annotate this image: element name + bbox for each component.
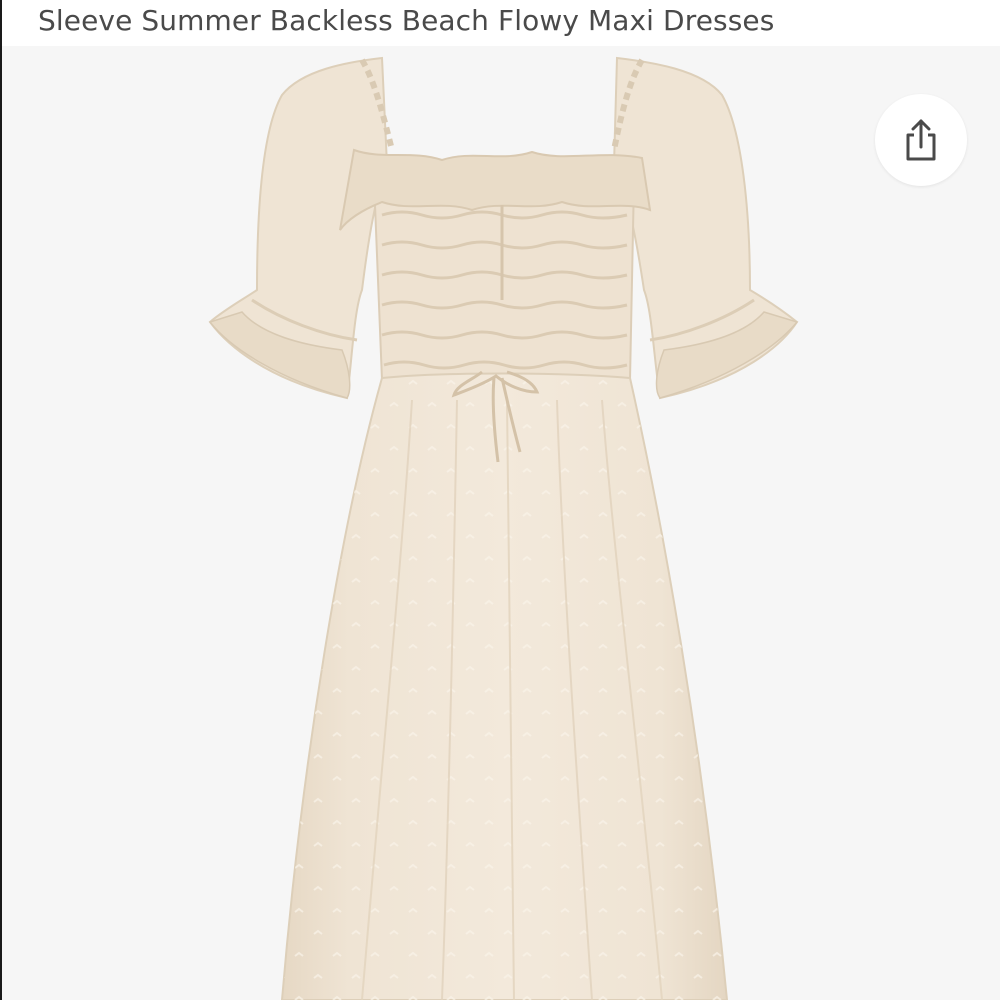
title-bar: Sleeve Summer Backless Beach Flowy Maxi …	[0, 0, 1000, 46]
product-image-area[interactable]	[0, 46, 1000, 1000]
share-icon	[906, 119, 936, 161]
dress-image	[208, 56, 799, 1000]
share-button[interactable]	[875, 94, 967, 186]
product-title: Sleeve Summer Backless Beach Flowy Maxi …	[38, 4, 775, 37]
